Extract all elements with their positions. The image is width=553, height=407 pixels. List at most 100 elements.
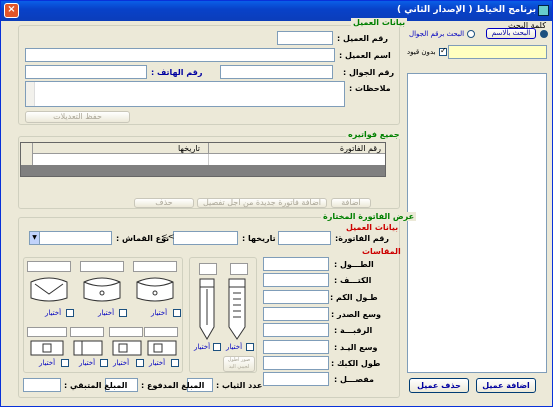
cuff-style-1-icon [147, 340, 177, 356]
invoices-grid[interactable]: رقم الفاتورة تاريخها [20, 142, 386, 177]
choose-label-ruler: أختيار [226, 343, 243, 351]
invoice-date-label: تاريخها : [242, 234, 276, 243]
choose-label-cuff-3: أختيار [79, 359, 96, 367]
choose-checkbox-collar-1[interactable] [173, 309, 181, 317]
search-by-name-option[interactable]: البحث بالاسم [486, 28, 536, 39]
no-restrict-checkbox[interactable]: ✓ [439, 46, 447, 56]
remaining-amount-input[interactable] [23, 378, 61, 392]
measure-shoulder-input[interactable] [263, 273, 329, 287]
radio-by-name[interactable] [540, 30, 548, 38]
more-images-button[interactable]: صور اطول لجيبي اليد اخرى للفاتورة [223, 356, 255, 372]
choose-checkbox-ruler[interactable] [246, 343, 254, 351]
collar-top-image-2 [80, 261, 124, 272]
delete-customer-button[interactable]: حذف عميل [409, 378, 469, 393]
cuff-top-image-2 [109, 327, 143, 337]
measure-length-label: الطـــول : [334, 260, 374, 269]
customer-number-input[interactable] [277, 31, 333, 45]
selected-invoice-title: عرض الفاتورة المختارة [321, 212, 417, 221]
choose-label-pen: أختيار [194, 343, 211, 351]
collar-top-image-3 [27, 261, 71, 272]
dropdown-arrow-icon[interactable]: ▼ [30, 232, 40, 244]
ruler-pocket-icon [228, 278, 246, 340]
phone-input[interactable] [25, 65, 147, 79]
choose-checkbox-cuff-3[interactable] [100, 359, 108, 367]
choose-label-cuff-4: أختيار [39, 359, 56, 367]
invoice-number-label: رقم الفاتورة: [335, 234, 389, 243]
choose-checkbox-cuff-4[interactable] [61, 359, 69, 367]
mobile-input[interactable] [220, 65, 333, 79]
choose-checkbox-cuff-2[interactable] [136, 359, 144, 367]
measure-neck-input[interactable] [263, 323, 329, 337]
add-customer-button[interactable]: اضافة عميل [476, 378, 536, 393]
window-title: برنامج الخياط ( الإصدار الثاني ) [397, 5, 536, 15]
delete-invoice-button[interactable]: حذف [134, 198, 194, 208]
title-bar: برنامج الخياط ( الإصدار الثاني ) × [1, 1, 552, 21]
choose-checkbox-collar-3[interactable] [66, 309, 74, 317]
cuff-style-4-icon [30, 340, 64, 356]
measure-shoulder-label: الكتـــف : [334, 276, 372, 285]
search-input[interactable] [448, 45, 547, 59]
mobile-label: رقم الجوال : [343, 68, 395, 77]
main-window: برنامج الخياط ( الإصدار الثاني ) × كلمة … [0, 0, 553, 407]
choose-checkbox-pen[interactable] [213, 343, 221, 351]
search-by-mobile-label: البحث برقم الجوال [409, 30, 465, 38]
choose-label-cuff-2: أختيار [113, 359, 130, 367]
cuff-style-2-icon [112, 340, 142, 356]
radio-by-mobile[interactable] [467, 30, 475, 38]
customer-list[interactable] [407, 73, 547, 373]
customer-name-label: اسم العميل : [339, 51, 391, 60]
customer-name-input[interactable] [25, 48, 335, 62]
no-restrict-label: بدون قيود [407, 48, 436, 56]
app-icon [538, 5, 549, 16]
close-button[interactable]: × [4, 3, 19, 18]
cuff-top-image-1 [144, 327, 178, 337]
customer-section-title: بيانات العميل [351, 18, 408, 27]
paid-amount-label: المبلغ المدفوع : [141, 381, 205, 390]
measure-length-input[interactable] [263, 257, 329, 271]
notes-label: ملاحظات : [349, 84, 391, 93]
collar-style-3-icon [30, 277, 68, 302]
measure-sleeve-label: طـول الكم : [330, 293, 378, 302]
save-changes-button[interactable]: حفظ التعديلات [25, 111, 130, 123]
invoices-grid-header: رقم الفاتورة تاريخها [33, 143, 385, 154]
measure-joint-input[interactable] [263, 372, 329, 386]
invoice-number-input[interactable] [278, 231, 331, 245]
col-invoice-date: تاريخها [177, 144, 200, 153]
measure-cuff-label: طول الكبك : [331, 359, 381, 368]
measures-label: المقاسات [362, 247, 401, 256]
invoices-grid-row[interactable] [33, 154, 385, 165]
garments-count-label: عدد الثياب : [216, 381, 263, 390]
choose-checkbox-cuff-1[interactable] [171, 359, 179, 367]
measure-chest-input[interactable] [263, 307, 329, 321]
phone-label: رقم الهاتف : [151, 68, 203, 77]
remaining-amount-label: المبلغ المتبقي : [64, 381, 128, 390]
measure-hand-input[interactable] [263, 340, 329, 354]
measure-joint-label: مفصـــل : [334, 375, 374, 384]
cuff-top-image-4 [27, 327, 67, 337]
add-new-invoice-button[interactable]: اضافة فاتورة جديدة من اجل تفصيل [197, 198, 327, 208]
choose-label-collar-3: أختيار [45, 309, 62, 317]
invoice-date-input[interactable] [173, 231, 238, 245]
choose-checkbox-collar-2[interactable] [119, 309, 127, 317]
collar-style-2-icon [83, 277, 121, 302]
col-invoice-number: رقم الفاتورة [339, 144, 381, 153]
measure-sleeve-input[interactable] [263, 290, 329, 304]
pocket-top-image [230, 263, 248, 275]
measure-chest-label: وسع الصدر : [331, 310, 381, 319]
invoices-section-title: جميع فواتيره [346, 130, 402, 139]
fabric-type-label: نوع القماش : [116, 234, 170, 243]
choose-label-collar-1: أختيار [151, 309, 168, 317]
add-invoice-button[interactable]: اضافة [331, 198, 371, 208]
measure-hand-label: وسع اليـد : [334, 343, 378, 352]
pocket-top-image-2 [199, 263, 217, 275]
cuff-top-image-3 [70, 327, 104, 337]
collar-style-1-icon [136, 277, 174, 302]
collar-top-image-1 [133, 261, 177, 272]
choose-label-collar-2: أختيار [98, 309, 115, 317]
fabric-type-select[interactable]: ▼ [29, 231, 112, 245]
pen-pocket-icon [199, 278, 215, 340]
customer-number-label: رقم العميل : [337, 34, 388, 43]
notes-textarea[interactable] [25, 81, 345, 107]
measure-cuff-input[interactable] [263, 356, 329, 370]
choose-label-cuff-1: أختيار [149, 359, 166, 367]
